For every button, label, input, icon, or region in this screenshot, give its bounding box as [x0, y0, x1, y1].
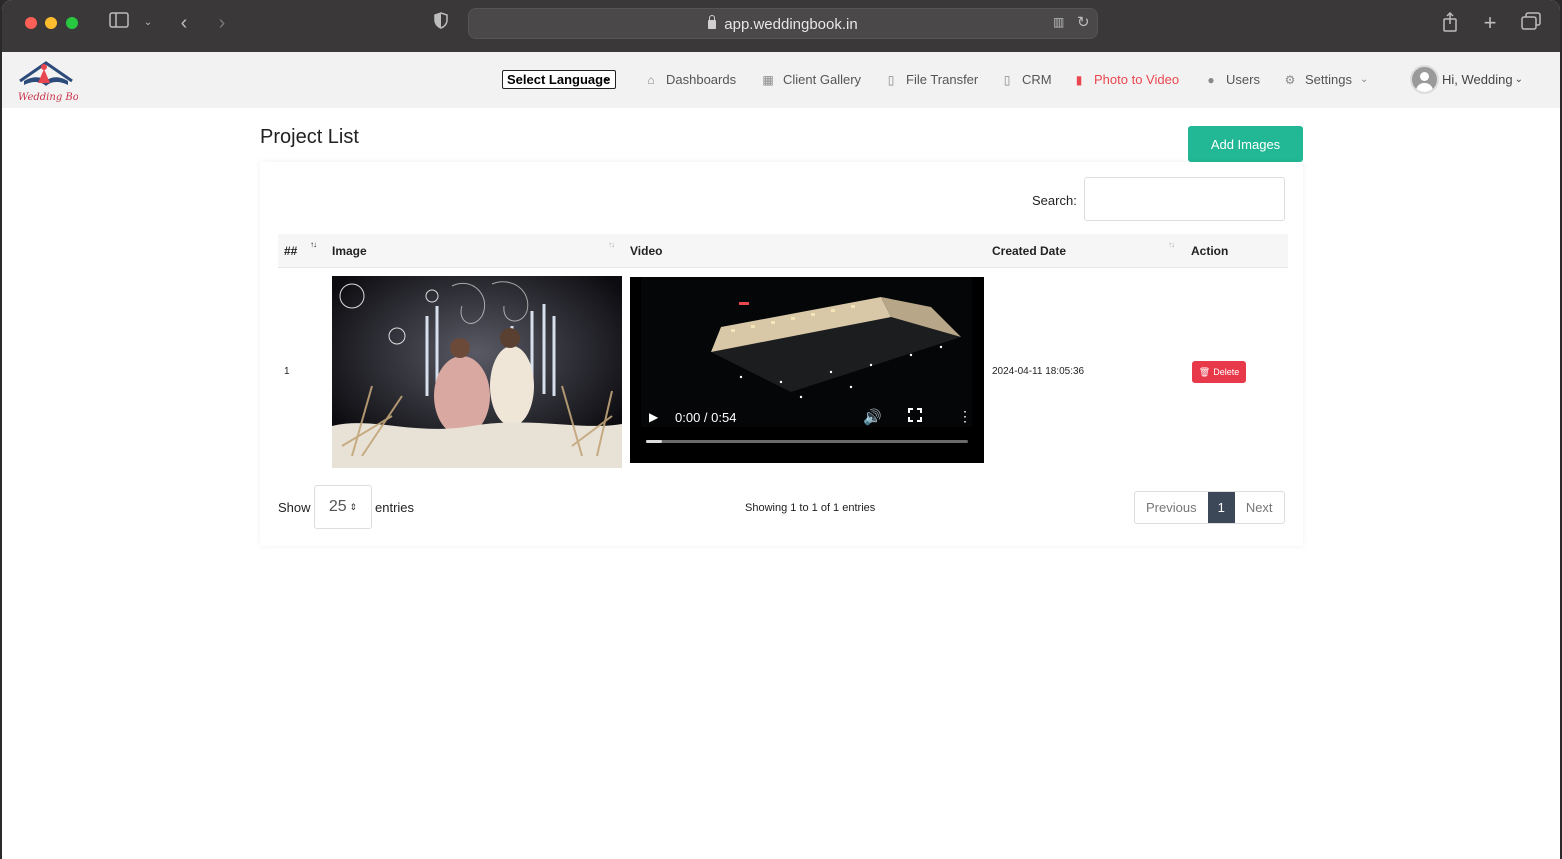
new-tab-icon[interactable]: + — [1480, 12, 1500, 34]
updown-arrows-icon: ⇕ — [349, 501, 358, 512]
table-header: ## ↑↓ Image ↑↓ Video Created Date ↑↓ Act… — [278, 234, 1288, 268]
nav-photo-to-video[interactable]: ▮ Photo to Video — [1072, 72, 1179, 87]
nav-crm-label: CRM — [1022, 72, 1052, 87]
video-frame — [641, 277, 972, 427]
page-1-button[interactable]: 1 — [1207, 492, 1235, 523]
sort-icon[interactable]: ↑↓ — [310, 240, 317, 249]
url-text: app.weddingbook.in — [724, 16, 858, 33]
column-header-number[interactable]: ## — [284, 244, 297, 258]
column-header-image[interactable]: Image — [332, 244, 367, 258]
user-icon: ● — [1207, 72, 1215, 87]
fullscreen-icon[interactable] — [908, 408, 922, 425]
video-progress-track[interactable] — [646, 440, 968, 443]
nav-dashboards-label: Dashboards — [666, 72, 737, 87]
nav-photo-to-video-label: Photo to Video — [1094, 72, 1180, 87]
maximize-window-button[interactable] — [66, 17, 78, 29]
reload-icon[interactable]: ↻ — [1077, 13, 1090, 31]
show-label: Show — [278, 500, 311, 515]
search-label: Search: — [1032, 193, 1077, 208]
search-input[interactable] — [1084, 177, 1285, 221]
row-number: 1 — [284, 366, 290, 377]
more-options-icon[interactable]: ⋮ — [958, 408, 972, 425]
tabs-overview-icon[interactable] — [1520, 12, 1542, 34]
address-bar[interactable]: app.weddingbook.in ▥ ↻ — [468, 8, 1098, 39]
sort-icon[interactable]: ↑↓ — [608, 240, 615, 249]
user-greeting: Hi, Wedding — [1442, 72, 1513, 87]
sort-icon[interactable]: ↑↓ — [1168, 240, 1175, 249]
video-progress-fill — [646, 440, 663, 443]
nav-client-gallery[interactable]: ▦ Client Gallery — [761, 72, 861, 87]
shield-icon[interactable] — [432, 12, 450, 34]
file-icon: ▯ — [887, 72, 895, 87]
nav-crm[interactable]: ▯ CRM — [1000, 72, 1052, 87]
browser-window: ⌄ ‹ › app.weddingbook.in ▥ ↻ + Wedding B… — [2, 0, 1560, 859]
nav-file-transfer[interactable]: ▯ File Transfer — [884, 72, 979, 87]
forward-icon[interactable]: › — [214, 12, 230, 34]
file-icon: ▯ — [1003, 72, 1011, 87]
nav-client-gallery-label: Client Gallery — [783, 72, 862, 87]
volume-icon[interactable]: 🔊 — [863, 408, 882, 426]
lock-icon — [708, 15, 717, 29]
delete-button-label: Delete — [1213, 367, 1240, 377]
translate-icon[interactable]: ▥ — [1053, 15, 1064, 29]
wedding-book-logo[interactable]: Wedding Book — [14, 55, 91, 105]
gear-icon: ⚙ — [1284, 72, 1296, 87]
home-icon: ⌂ — [647, 72, 655, 87]
chevron-down-icon[interactable]: ⌄ — [142, 12, 154, 34]
play-icon[interactable]: ▶ — [649, 410, 658, 424]
minimize-window-button[interactable] — [45, 17, 57, 29]
delete-button[interactable]: 🗑 Delete — [1192, 361, 1246, 383]
close-window-button[interactable] — [25, 17, 37, 29]
svg-text:Wedding Book: Wedding Book — [18, 92, 78, 103]
chevron-down-icon: ⌄ — [1514, 74, 1523, 85]
column-header-action: Action — [1191, 244, 1229, 258]
nav-settings-label: Settings — [1305, 72, 1352, 87]
video-player[interactable]: ▶ 0:00 / 0:54 🔊 ⋮ — [630, 277, 984, 463]
language-select-label: Select Language — [507, 72, 611, 87]
entries-label: entries — [375, 500, 415, 515]
trash-icon: 🗑 — [1198, 366, 1211, 377]
calendar-icon: ▦ — [762, 72, 774, 87]
page-size-select[interactable]: 25 ⇕ — [314, 485, 372, 529]
video-time: 0:00 / 0:54 — [675, 410, 737, 425]
language-select[interactable]: Select Language ⌄ — [502, 70, 616, 89]
page-size-value: 25 — [328, 498, 347, 515]
avatar[interactable] — [1410, 65, 1439, 94]
nav-file-transfer-label: File Transfer — [906, 72, 979, 87]
column-header-created-date[interactable]: Created Date — [992, 244, 1066, 258]
created-date: 2024-04-11 18:05:36 — [992, 366, 1085, 377]
chevron-down-icon: ⌄ — [1359, 74, 1369, 85]
nav-users[interactable]: ● Users — [1204, 72, 1260, 87]
nav-settings[interactable]: ⚙ Settings ⌄ — [1283, 72, 1369, 87]
column-header-video: Video — [630, 244, 663, 258]
pagination: Previous 1 Next — [1134, 491, 1285, 524]
table-info: Showing 1 to 1 of 1 entries — [745, 502, 876, 514]
previous-page-button[interactable]: Previous — [1135, 492, 1208, 523]
back-icon[interactable]: ‹ — [176, 12, 192, 34]
nav-users-label: Users — [1226, 72, 1260, 87]
file-pdf-icon: ▮ — [1075, 72, 1083, 87]
share-icon[interactable] — [1440, 11, 1460, 34]
next-page-button[interactable]: Next — [1235, 492, 1284, 523]
app-navbar: Wedding Book Select Language ⌄ ⌂ Dashboa… — [2, 52, 1560, 108]
browser-toolbar: ⌄ ‹ › app.weddingbook.in ▥ ↻ + — [2, 0, 1560, 52]
user-menu[interactable]: Hi, Wedding ⌄ — [1442, 72, 1523, 87]
add-images-button[interactable]: Add Images — [1188, 126, 1303, 162]
project-image-thumbnail[interactable] — [332, 276, 622, 468]
sidebar-toggle-icon[interactable] — [108, 12, 130, 34]
page-title: Project List — [260, 126, 359, 148]
nav-dashboards[interactable]: ⌂ Dashboards — [644, 72, 736, 87]
chevron-down-icon: ⌄ — [602, 72, 612, 84]
